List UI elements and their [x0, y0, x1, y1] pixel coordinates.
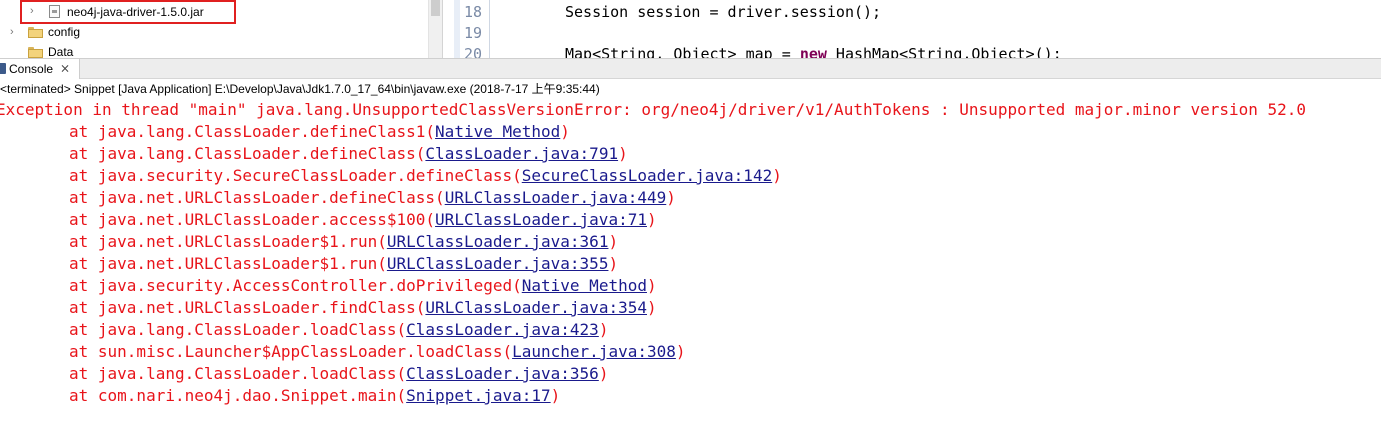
stack-frame: at java.security.SecureClassLoader.defin… — [0, 165, 782, 187]
tree-item-config[interactable]: › config — [0, 24, 428, 46]
tab-console[interactable]: Console ⨯ — [0, 59, 80, 79]
frame-method: at java.lang.ClassLoader.defineClass1( — [69, 122, 436, 141]
frame-method: at java.security.AccessController.doPriv… — [69, 276, 522, 295]
console-output[interactable]: Exception in thread "main" java.lang.Uns… — [0, 99, 1381, 432]
frame-method: at java.net.URLClassLoader.access$100( — [69, 210, 436, 229]
frame-source-link[interactable]: Native Method — [522, 276, 647, 295]
frame-close-paren: ) — [550, 386, 561, 405]
stack-frame: at java.security.AccessController.doPriv… — [0, 275, 657, 297]
line-number: 20 — [464, 45, 483, 58]
chevron-right-icon[interactable]: › — [10, 26, 20, 38]
frame-method: at java.net.URLClassLoader.findClass( — [69, 298, 426, 317]
stack-frame: at java.net.URLClassLoader.access$100(UR… — [0, 209, 657, 231]
console-icon — [0, 63, 6, 74]
frame-method: at java.lang.ClassLoader.defineClass( — [69, 144, 426, 163]
folder-icon — [28, 27, 43, 38]
frame-source-link[interactable]: ClassLoader.java:791 — [425, 144, 618, 163]
tab-label: Console — [9, 62, 54, 76]
frame-method: at java.lang.ClassLoader.loadClass( — [69, 320, 407, 339]
frame-source-link[interactable]: ClassLoader.java:356 — [406, 364, 599, 383]
stack-frame: at java.net.URLClassLoader$1.run(URLClas… — [0, 253, 618, 275]
stack-frame: at sun.misc.Launcher$AppClassLoader.load… — [0, 341, 686, 363]
stack-frame: at java.net.URLClassLoader.defineClass(U… — [0, 187, 676, 209]
stack-frame: at java.lang.ClassLoader.defineClass1(Na… — [0, 121, 570, 143]
frame-source-link[interactable]: URLClassLoader.java:355 — [387, 254, 609, 273]
frame-close-paren: ) — [666, 188, 676, 207]
frame-close-paren: ) — [598, 364, 609, 383]
stack-frame: at java.net.URLClassLoader.findClass(URL… — [0, 297, 657, 319]
frame-method: at java.net.URLClassLoader$1.run( — [69, 232, 387, 251]
tree-item-label: config — [48, 25, 81, 39]
tree-item-label: Data — [48, 45, 74, 58]
frame-source-link[interactable]: URLClassLoader.java:449 — [445, 188, 667, 207]
frame-source-link[interactable]: Snippet.java:17 — [406, 386, 551, 405]
frame-close-paren: ) — [646, 210, 657, 229]
code-line[interactable]: Session session = driver.session(); — [565, 2, 881, 22]
frame-source-link[interactable]: Launcher.java:308 — [512, 342, 676, 361]
editor-gutter: 18 19 20 — [454, 0, 490, 58]
gutter-ruler — [454, 0, 460, 58]
stack-frame: at java.net.URLClassLoader$1.run(URLClas… — [0, 231, 618, 253]
frame-close-paren: ) — [675, 342, 686, 361]
frame-source-link[interactable]: URLClassLoader.java:71 — [435, 210, 647, 229]
line-number: 19 — [464, 24, 483, 42]
folder-icon — [28, 47, 43, 58]
frame-close-paren: ) — [608, 254, 619, 273]
frame-source-link[interactable]: SecureClassLoader.java:142 — [522, 166, 772, 185]
frame-method: at java.lang.ClassLoader.loadClass( — [69, 364, 407, 383]
frame-method: at java.net.URLClassLoader.defineClass( — [69, 188, 445, 207]
frame-source-link[interactable]: URLClassLoader.java:354 — [425, 298, 647, 317]
tree-item-data[interactable]: Data — [0, 44, 428, 58]
frame-source-link[interactable]: Native Method — [435, 122, 560, 141]
frame-close-paren: ) — [618, 144, 628, 163]
frame-method: at java.net.URLClassLoader$1.run( — [69, 254, 387, 273]
frame-method: at com.nari.neo4j.dao.Snippet.main( — [69, 386, 407, 405]
package-explorer-tree: › neo4j-java-driver-1.5.0.jar › config D… — [0, 0, 428, 58]
highlight-box — [20, 0, 236, 24]
frame-close-paren: ) — [608, 232, 619, 251]
frame-close-paren: ) — [646, 276, 657, 295]
code-line[interactable]: Map<String, Object> map = new HashMap<St… — [565, 44, 1062, 58]
frame-close-paren: ) — [560, 122, 570, 141]
frame-close-paren: ) — [598, 320, 609, 339]
stack-frame: at java.lang.ClassLoader.loadClass(Class… — [0, 319, 608, 341]
tree-scrollbar[interactable] — [428, 0, 442, 58]
frame-source-link[interactable]: URLClassLoader.java:361 — [387, 232, 609, 251]
stack-frame: at com.nari.neo4j.dao.Snippet.main(Snipp… — [0, 385, 560, 407]
view-separator[interactable] — [442, 0, 450, 58]
scrollbar-thumb[interactable] — [431, 0, 440, 16]
exception-message: Exception in thread "main" java.lang.Uns… — [0, 100, 1307, 119]
top-region: › neo4j-java-driver-1.5.0.jar › config D… — [0, 0, 1381, 58]
stack-frame: at java.lang.ClassLoader.defineClass(Cla… — [0, 143, 628, 165]
frame-close-paren: ) — [646, 298, 657, 317]
console-tab-bar: Console ⨯ — [0, 58, 1381, 79]
console-status-line: <terminated> Snippet [Java Application] … — [0, 82, 600, 96]
line-number: 18 — [464, 3, 483, 21]
frame-method: at sun.misc.Launcher$AppClassLoader.load… — [69, 342, 513, 361]
frame-source-link[interactable]: ClassLoader.java:423 — [406, 320, 599, 339]
frame-method: at java.security.SecureClassLoader.defin… — [69, 166, 522, 185]
close-icon[interactable]: ⨯ — [60, 61, 70, 75]
frame-close-paren: ) — [772, 166, 782, 185]
keyword-new: new — [799, 45, 827, 58]
stack-frame: at java.lang.ClassLoader.loadClass(Class… — [0, 363, 608, 385]
